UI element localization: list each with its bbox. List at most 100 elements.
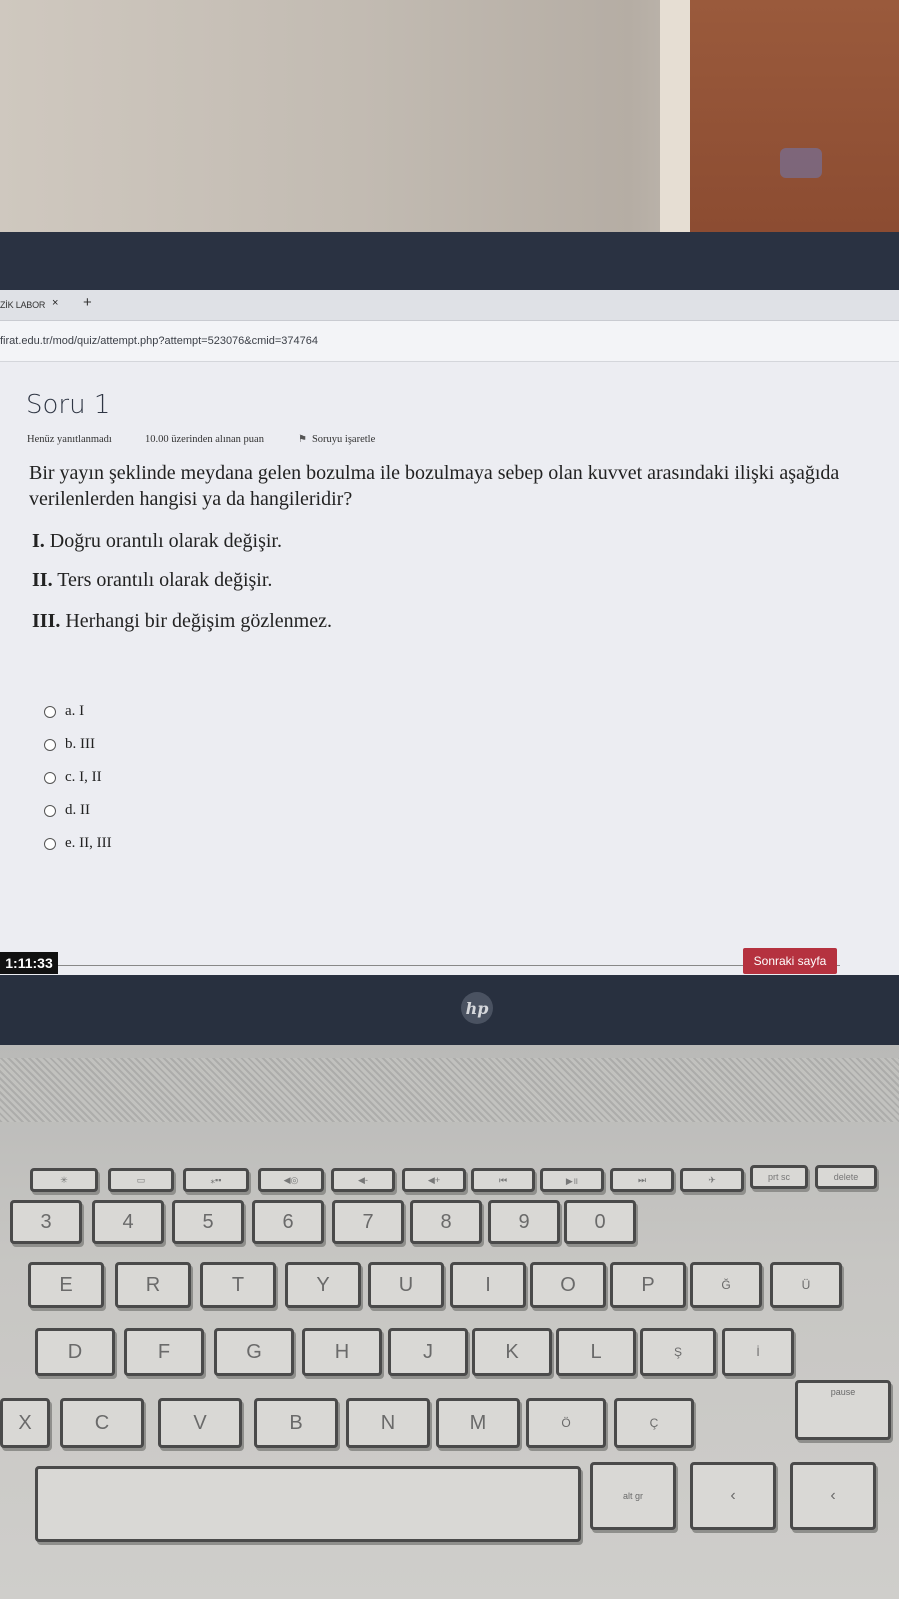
new-tab-icon[interactable]: +	[83, 294, 92, 311]
key-h[interactable]: H	[302, 1328, 382, 1376]
key-t[interactable]: T	[200, 1262, 276, 1308]
radio-button[interactable]	[44, 837, 56, 850]
key-f9[interactable]: ⏭	[610, 1168, 674, 1192]
key-f3[interactable]: ⁎▪▪	[183, 1168, 249, 1192]
question-title: Soru 1	[26, 390, 111, 420]
key-m[interactable]: M	[436, 1398, 520, 1448]
key-arrow-left-2[interactable]: ‹	[790, 1462, 876, 1530]
key-o[interactable]: O	[530, 1262, 606, 1308]
key-4[interactable]: 4	[92, 1200, 164, 1244]
key-c-cedilla[interactable]: Ç	[614, 1398, 694, 1448]
key-k[interactable]: K	[472, 1328, 552, 1376]
answer-option-a[interactable]: a. I	[44, 703, 84, 720]
statement-number: III.	[32, 610, 61, 632]
door-frame	[660, 0, 690, 260]
key-f6[interactable]: ◀+	[402, 1168, 466, 1192]
key-delete[interactable]: delete	[815, 1165, 877, 1189]
statement-1: I. Doğru orantılı olarak değişir.	[32, 530, 282, 553]
key-f8[interactable]: ▶॥	[540, 1168, 604, 1192]
question-score: 10.00 üzerinden alınan puan	[145, 434, 264, 445]
laptop-screen: ZİK LABOR × + firat.edu.tr/mod/quiz/atte…	[0, 290, 899, 975]
key-space[interactable]	[35, 1466, 581, 1542]
key-d[interactable]: D	[35, 1328, 115, 1376]
key-x[interactable]: X	[0, 1398, 50, 1448]
key-v[interactable]: V	[158, 1398, 242, 1448]
next-page-button[interactable]: Sonraki sayfa	[743, 948, 837, 974]
key-5[interactable]: 5	[172, 1200, 244, 1244]
key-8[interactable]: 8	[410, 1200, 482, 1244]
quiz-timer: 1:11:33	[0, 952, 58, 974]
key-9[interactable]: 9	[488, 1200, 560, 1244]
key-r[interactable]: R	[115, 1262, 191, 1308]
key-7[interactable]: 7	[332, 1200, 404, 1244]
option-label: c. I, II	[65, 769, 102, 785]
key-3[interactable]: 3	[10, 1200, 82, 1244]
radio-button[interactable]	[44, 804, 56, 817]
quiz-page: Soru 1 Henüz yanıtlanmadı 10.00 üzerinde…	[0, 362, 899, 975]
radio-button[interactable]	[44, 705, 56, 718]
answer-option-e[interactable]: e. II, III	[44, 835, 112, 852]
url-text[interactable]: firat.edu.tr/mod/quiz/attempt.php?attemp…	[0, 335, 318, 347]
key-f1[interactable]: ✳	[30, 1168, 98, 1192]
key-alt-gr[interactable]: alt gr	[590, 1462, 676, 1530]
key-f10[interactable]: ✈	[680, 1168, 744, 1192]
key-l[interactable]: L	[556, 1328, 636, 1376]
key-0[interactable]: 0	[564, 1200, 636, 1244]
browser-tab[interactable]: ZİK LABOR ×	[0, 292, 70, 318]
key-f7[interactable]: ⏮	[471, 1168, 535, 1192]
divider	[44, 965, 840, 966]
door-sticker	[780, 148, 822, 178]
key-n[interactable]: N	[346, 1398, 430, 1448]
key-g-breve[interactable]: Ğ	[690, 1262, 762, 1308]
key-j[interactable]: J	[388, 1328, 468, 1376]
key-c[interactable]: C	[60, 1398, 144, 1448]
key-s-cedilla[interactable]: Ş	[640, 1328, 716, 1376]
statement-number: I.	[32, 530, 45, 552]
key-arrow-left[interactable]: ‹	[690, 1462, 776, 1530]
statement-text: Herhangi bir değişim gözlenmez.	[65, 610, 332, 632]
flag-icon: ⚑	[298, 434, 307, 445]
answer-option-d[interactable]: d. II	[44, 802, 90, 819]
key-e[interactable]: E	[28, 1262, 104, 1308]
answer-option-b[interactable]: b. III	[44, 736, 95, 753]
radio-button[interactable]	[44, 738, 56, 751]
radio-button[interactable]	[44, 771, 56, 784]
key-i-dot[interactable]: İ	[722, 1328, 794, 1376]
key-f[interactable]: F	[124, 1328, 204, 1376]
key-f5[interactable]: ◀-	[331, 1168, 395, 1192]
key-u[interactable]: U	[368, 1262, 444, 1308]
key-i[interactable]: I	[450, 1262, 526, 1308]
key-f4[interactable]: ◀◎	[258, 1168, 324, 1192]
address-bar[interactable]: firat.edu.tr/mod/quiz/attempt.php?attemp…	[0, 321, 899, 362]
key-f2[interactable]: ▭	[108, 1168, 174, 1192]
question-status: Henüz yanıtlanmadı	[27, 434, 112, 445]
key-prtsc[interactable]: prt sc	[750, 1165, 808, 1189]
option-label: b. III	[65, 736, 95, 752]
close-tab-icon[interactable]: ×	[52, 297, 58, 309]
key-u-umlaut[interactable]: Ü	[770, 1262, 842, 1308]
statement-text: Doğru orantılı olarak değişir.	[49, 530, 282, 552]
statement-text: Ters orantılı olarak değişir.	[57, 569, 273, 591]
key-o-umlaut[interactable]: Ö	[526, 1398, 606, 1448]
speaker-grille	[0, 1058, 899, 1122]
statement-2: II. Ters orantılı olarak değişir.	[32, 569, 272, 592]
question-text: Bir yayın şeklinde meydana gelen bozulma…	[29, 462, 840, 510]
option-label: e. II, III	[65, 835, 112, 851]
laptop-bezel-bottom	[0, 975, 899, 1045]
key-6[interactable]: 6	[252, 1200, 324, 1244]
option-label: d. II	[65, 802, 90, 818]
answer-option-c[interactable]: c. I, II	[44, 769, 102, 786]
door	[690, 0, 899, 265]
tab-title: ZİK LABOR	[0, 300, 46, 310]
statement-3: III. Herhangi bir değişim gözlenmez.	[32, 610, 332, 633]
statement-number: II.	[32, 569, 53, 591]
hp-logo: hp	[461, 992, 493, 1024]
key-g[interactable]: G	[214, 1328, 294, 1376]
key-b[interactable]: B	[254, 1398, 338, 1448]
key-p[interactable]: P	[610, 1262, 686, 1308]
key-pause[interactable]: pause	[795, 1380, 891, 1440]
option-label: a. I	[65, 703, 85, 719]
flag-question-link[interactable]: ⚑ Soruyu işaretle	[298, 434, 375, 445]
browser-tab-bar: ZİK LABOR × +	[0, 290, 899, 321]
key-y[interactable]: Y	[285, 1262, 361, 1308]
